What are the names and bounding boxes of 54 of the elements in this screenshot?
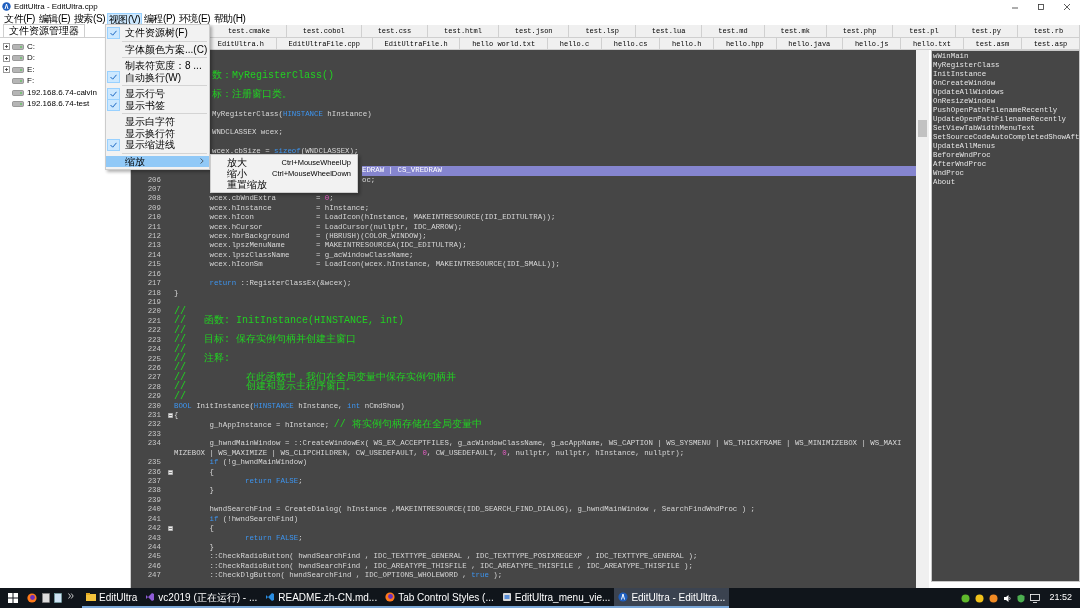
drive-icon: [12, 89, 24, 96]
menu-bar-item[interactable]: 编辑(E): [37, 13, 72, 25]
code-line: // 注释:: [174, 354, 230, 364]
app-logo-icon: [618, 592, 629, 602]
window-title: EditUltra - EditUltra.cpp: [14, 0, 98, 13]
explorer-tab[interactable]: 文件资源管理器: [3, 24, 85, 37]
tree-item[interactable]: 192.168.6.74-calvin: [27, 87, 97, 98]
app-icon: [265, 592, 276, 602]
shield-icon: [1017, 593, 1026, 603]
scrollbar-track[interactable]: [916, 50, 929, 588]
menu-item[interactable]: 显示缩进线: [106, 139, 209, 151]
menu-item[interactable]: 显示行号: [106, 88, 209, 100]
code-line: 数：MyRegisterClass(): [212, 71, 335, 82]
drive-icon: [12, 78, 24, 85]
windows-logo-icon[interactable]: [8, 593, 18, 603]
drive-icon: [12, 66, 24, 73]
chevron-icon[interactable]: [68, 592, 74, 599]
menu-item[interactable]: 显示书签: [106, 99, 209, 111]
menu-bar-item[interactable]: 环境(E): [177, 13, 212, 25]
menu-item[interactable]: 字体颜色方案...(C): [106, 43, 209, 55]
browser-icon[interactable]: [27, 593, 37, 603]
drive-icon: [12, 43, 24, 50]
scrollbar-thumb[interactable]: [918, 120, 927, 137]
menu-item[interactable]: 制表符宽度：8 ...: [106, 60, 209, 72]
menu-bar-item[interactable]: 搜索(S): [72, 13, 107, 25]
browser-icon: [385, 592, 396, 602]
drive-icon: [12, 101, 24, 108]
menu-item[interactable]: 自动换行(W): [106, 71, 209, 83]
monitor-icon: [1030, 593, 1041, 603]
clock: 21:52: [1049, 591, 1072, 605]
menu-item[interactable]: 显示换行符: [106, 127, 209, 139]
tree-item[interactable]: D:: [27, 53, 35, 64]
tree-item[interactable]: 192.168.6.74-test: [27, 99, 90, 110]
window-icon: [501, 592, 512, 602]
maximize-icon[interactable]: [1036, 2, 1046, 11]
menu-item[interactable]: 文件资源树(F): [106, 27, 209, 39]
menu-bar-item[interactable]: 帮助(H): [212, 13, 247, 25]
drive-icon: [12, 55, 24, 62]
code-line: //: [174, 306, 186, 317]
menu-item[interactable]: 重置缩放: [211, 179, 357, 190]
speaker-icon: [1003, 593, 1013, 603]
menu-bar-item[interactable]: 文件(F): [2, 13, 37, 25]
tree-item[interactable]: C:: [27, 41, 35, 52]
taskbar-button[interactable]: EditUltra - EditUltra...: [614, 588, 730, 608]
code-line: 标：注册窗口类。: [212, 90, 292, 101]
folder-icon: [86, 592, 96, 602]
tree-item[interactable]: F:: [27, 76, 35, 87]
tree-item[interactable]: E:: [27, 64, 35, 75]
menu-item[interactable]: 缩放: [106, 155, 209, 167]
menu-item[interactable]: 显示白字符: [106, 116, 209, 128]
code-line: //: [174, 391, 186, 403]
menu-bar-item[interactable]: 编程(P): [142, 13, 177, 25]
app-icon: [145, 592, 156, 602]
close-icon[interactable]: [1062, 2, 1072, 11]
